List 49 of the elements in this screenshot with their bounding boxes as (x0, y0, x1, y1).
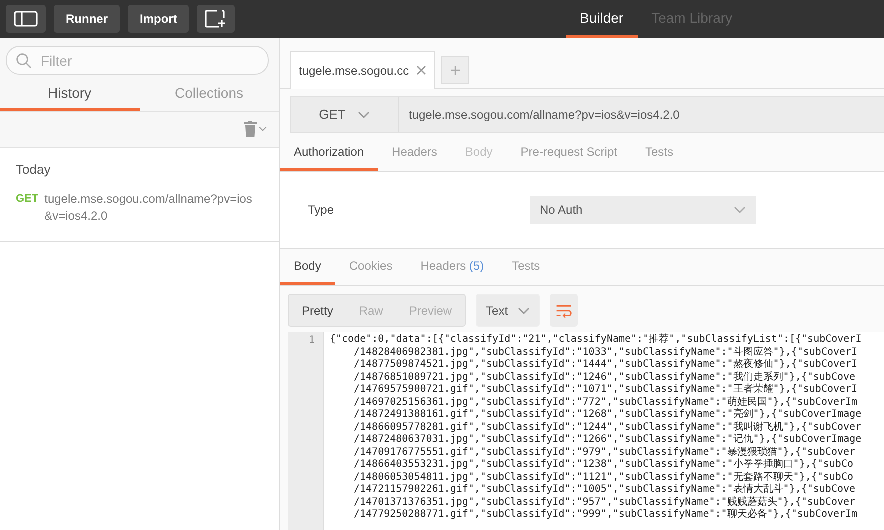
chevron-down-icon (734, 206, 746, 214)
new-window-button[interactable] (197, 5, 236, 33)
sidebar-icon (14, 11, 38, 27)
code-line: /14779250288771.gif","subClassifyId":"999","subClassifyName":"聊天必备"},{"subCoverIm (353, 509, 859, 522)
code-line: /14709176775551.gif","subClassifyId":"979","subClassifyName":"暴漫猥琐猫"},{"subCover (353, 446, 857, 458)
code-line: /14866095778281.gif","subClassifyId":"1244","subClassifyName":"我叫谢飞机"},{"subCover (353, 422, 862, 434)
code-line: /14872480637031.jpg","subClassifyId":"1266","subClassifyName":"记仇"},{"subCoverImage (353, 434, 862, 446)
close-icon (417, 66, 426, 75)
chevron-down-icon (518, 306, 530, 314)
header-button[interactable]: Runner (54, 5, 120, 33)
new-window-icon (205, 10, 228, 28)
header-button[interactable]: Import (128, 5, 190, 33)
method-label: GET (16, 192, 39, 205)
history-item[interactable]: GET tugele.mse.sogou.com/allname?pv=ios&v=ios4.2.0 (16, 191, 263, 225)
response-tab[interactable]: Body (280, 255, 336, 285)
code-line: /14721157902261.gif","subClassifyId":"1005","subClassifyName":"表情大乱斗"},{"subCove (353, 484, 857, 496)
code-line: /14877509874521.jpg","subClassifyId":"1444","subClassifyName":"熬夜修仙"},{"subCoverI (353, 359, 859, 372)
new-tab-button[interactable] (441, 56, 470, 84)
trash-icon (244, 121, 257, 137)
code-line: {"code":0,"data":[{"classifyId":"21","classifyName":"推荐","subClassifyList":[{"subCoverI (330, 334, 862, 346)
plus-icon (450, 66, 460, 74)
code-line: /14701371376351.jpg","subClassifyId":"957","subClassifyName":"贱贱蘑菇头"},{"subCover (353, 496, 857, 508)
line-number: 1 (288, 332, 324, 530)
code-line: /14828406982381.jpg","subClassifyId":"1033","subClassifyName":"斗图应答"},{"subCoverI (353, 346, 859, 358)
close-tab-button[interactable] (417, 66, 426, 75)
response-tab[interactable]: Headers (5) (406, 255, 498, 285)
sidebar-tab[interactable]: History (0, 83, 140, 111)
delete-button[interactable] (244, 121, 267, 137)
request-tab-title: tugele.mse.sogou.cc (299, 64, 410, 78)
code-line: /14769575900721.gif","subClassifyId":"1071","subClassifyName":"王者荣耀"},{"subCoverI (353, 384, 859, 396)
filter-field[interactable]: Filter (6, 46, 269, 75)
sidebar-toggle-button[interactable] (6, 5, 46, 33)
wrap-lines-button[interactable] (550, 294, 578, 327)
auth-type-label: Type (307, 203, 336, 217)
history-date-heading: Today (16, 162, 52, 177)
format-dropdown[interactable]: Text (476, 294, 540, 327)
chevron-down-icon (259, 125, 267, 133)
code-line: /14872491388161.gif","subClassifyId":"1268","subClassifyName":"亮剑"},{"subCoverImage (353, 409, 862, 422)
code-line: /14697025156361.jpg","subClassifyId":"772","subClassifyName":"萌娃民国"},{"subCoverIm (353, 396, 859, 408)
view-mode-button[interactable]: Pretty (289, 295, 346, 326)
code-line: /14866403553231.jpg","subClassifyId":"1238","subClassifyName":"小拳拳捶胸口"},{"subCo (353, 459, 854, 472)
request-tab[interactable]: tugele.mse.sogou.cc (290, 51, 436, 89)
code-line: /14806053054811.jpg","subClassifyId":"1121","subClassifyName":"无套路不聊天"},{"subCo (353, 472, 854, 484)
auth-type-dropdown[interactable]: No Auth (530, 196, 756, 224)
history-url: tugele.mse.sogou.com/allname?pv=ios&v=ios4.2.0 (44, 191, 254, 225)
url-field[interactable]: tugele.mse.sogou.com/allname?pv=ios&v=ios4.2.0 (399, 97, 680, 132)
wrap-lines-icon (556, 302, 572, 318)
chevron-down-icon (358, 110, 370, 118)
code-line: /14876851089721.jpg","subClassifyId":"1246","subClassifyName":"我们走系列"},{"subCove (353, 372, 857, 384)
